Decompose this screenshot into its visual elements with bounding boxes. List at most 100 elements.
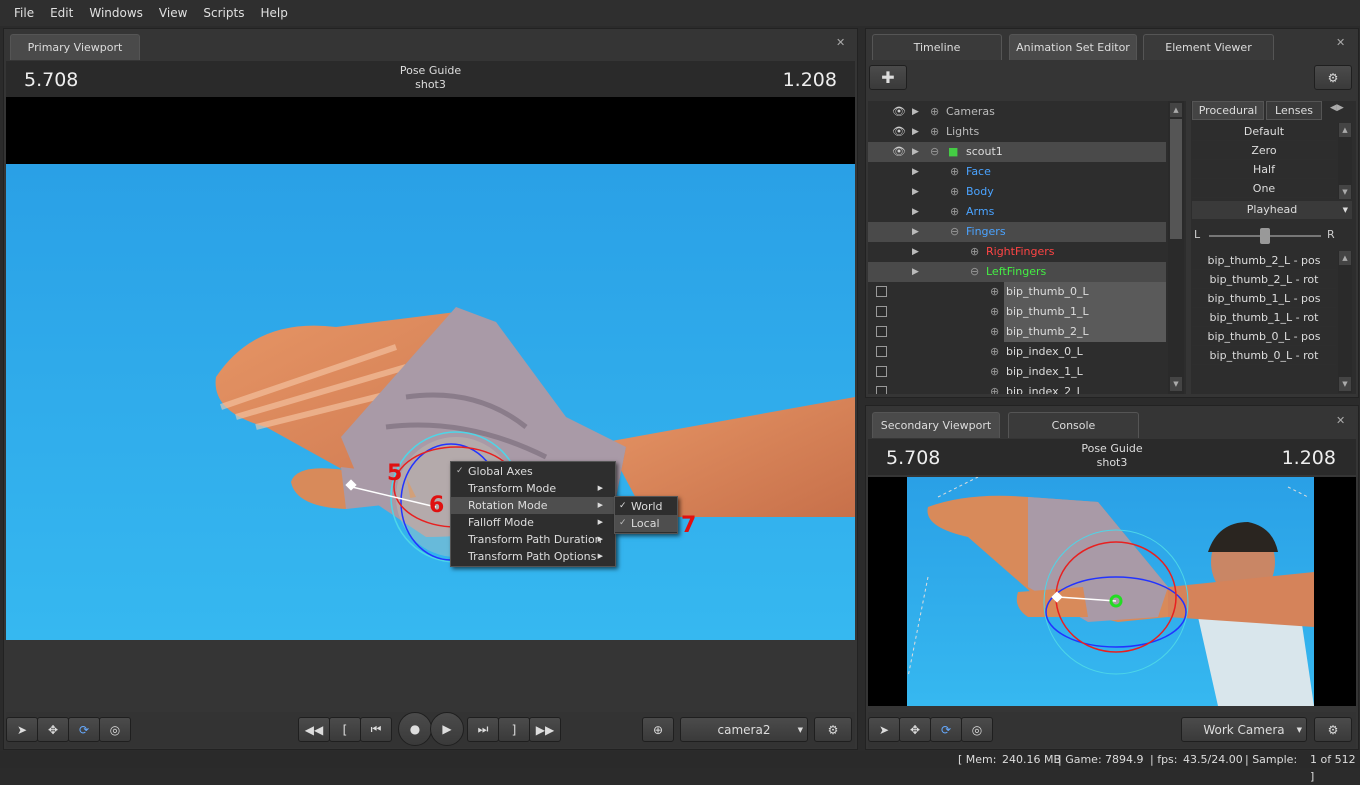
submenu-world[interactable]: ✓ World: [615, 498, 677, 515]
preset-scrollbar[interactable]: ▲ ▼: [1338, 123, 1352, 199]
tab-primary-viewport[interactable]: Primary Viewport: [10, 34, 140, 60]
tab-console[interactable]: Console: [1008, 412, 1139, 438]
preset-zero[interactable]: Zero: [1192, 141, 1336, 160]
work-camera-dropdown[interactable]: Work Camera ▼: [1181, 717, 1307, 742]
play-icon[interactable]: ▶: [912, 142, 919, 162]
add-button[interactable]: ✚: [869, 65, 907, 90]
play-icon[interactable]: ▶: [912, 122, 919, 142]
menu-edit[interactable]: Edit: [42, 6, 81, 20]
tab-animation-set-editor[interactable]: Animation Set Editor: [1009, 34, 1137, 60]
menu-windows[interactable]: Windows: [81, 6, 151, 20]
eye-icon[interactable]: 👁: [892, 122, 906, 142]
menu-item-transform-mode[interactable]: Transform Mode ▶: [451, 480, 615, 497]
preset-default[interactable]: Default: [1192, 122, 1336, 141]
menu-file[interactable]: File: [6, 6, 42, 20]
gear-icon[interactable]: ⚙: [1314, 65, 1352, 90]
expand-icon[interactable]: ⊕: [990, 382, 999, 394]
rotate-tool-icon[interactable]: ⟳: [930, 717, 962, 742]
close-icon[interactable]: ✕: [836, 36, 845, 49]
tab-lenses[interactable]: Lenses: [1266, 101, 1322, 120]
scroll-down-icon[interactable]: ▼: [1170, 377, 1182, 391]
scale-tool-icon[interactable]: ◎: [961, 717, 993, 742]
balance-slider-thumb[interactable]: [1260, 228, 1270, 244]
select-tool-icon[interactable]: ➤: [6, 717, 38, 742]
tree-row-bip-index-0[interactable]: ⊕ bip_index_0_L: [868, 342, 1168, 362]
tree-row-cameras[interactable]: 👁 ▶ ⊕ Cameras: [868, 102, 1168, 122]
menu-item-transform-path-options[interactable]: Transform Path Options ▶: [451, 548, 615, 565]
record-icon[interactable]: ●: [398, 712, 432, 746]
camera-dropdown[interactable]: camera2 ▼: [680, 717, 808, 742]
checkbox[interactable]: [876, 346, 887, 357]
control-scrollbar[interactable]: ▲ ▼: [1338, 251, 1352, 393]
play-icon[interactable]: ▶: [912, 182, 919, 202]
eye-icon[interactable]: 👁: [892, 142, 906, 162]
collapse-icon[interactable]: ⊖: [930, 142, 939, 162]
eye-icon[interactable]: 👁: [892, 102, 906, 122]
play-icon[interactable]: ▶: [912, 262, 919, 282]
menu-item-falloff-mode[interactable]: Falloff Mode ▶: [451, 514, 615, 531]
tree-row-bip-thumb-2[interactable]: ⊕ bip_thumb_2_L: [868, 322, 1168, 342]
expand-icon[interactable]: ⊕: [950, 162, 959, 182]
tab-scroll-icon[interactable]: ◀▶: [1330, 103, 1344, 113]
tree-row-bip-thumb-0[interactable]: ⊕ bip_thumb_0_L: [868, 282, 1168, 302]
tree-row-scout1[interactable]: 👁 ▶ ⊖ ■ scout1: [868, 142, 1166, 162]
fast-forward-icon[interactable]: ▶▶: [529, 717, 561, 742]
tree-row-fingers[interactable]: ▶ ⊖ Fingers: [868, 222, 1166, 242]
rewind-icon[interactable]: ◀◀: [298, 717, 330, 742]
tree-scrollbar[interactable]: ▲ ▼: [1168, 101, 1184, 394]
tree-row-body[interactable]: ▶ ⊕ Body: [868, 182, 1168, 202]
move-tool-icon[interactable]: ✥: [37, 717, 69, 742]
scroll-thumb[interactable]: [1170, 119, 1182, 239]
menu-scripts[interactable]: Scripts: [195, 6, 252, 20]
select-tool-icon[interactable]: ➤: [868, 717, 900, 742]
expand-icon[interactable]: ⊕: [990, 282, 999, 302]
play-icon[interactable]: ▶: [912, 202, 919, 222]
close-icon[interactable]: ✕: [1336, 36, 1345, 49]
gear-icon[interactable]: ⚙: [814, 717, 852, 742]
close-icon[interactable]: ✕: [1336, 414, 1345, 427]
expand-icon[interactable]: ⊕: [990, 362, 999, 382]
control-item[interactable]: bip_thumb_2_L - pos: [1192, 251, 1336, 270]
expand-icon[interactable]: ⊕: [950, 182, 959, 202]
control-item[interactable]: bip_thumb_1_L - pos: [1192, 289, 1336, 308]
mark-in-icon[interactable]: [: [329, 717, 361, 742]
gear-icon[interactable]: ⚙: [1314, 717, 1352, 742]
menu-item-global-axes[interactable]: ✓ Global Axes: [451, 463, 615, 480]
menu-item-transform-path-duration[interactable]: Transform Path Duration ▶: [451, 531, 615, 548]
move-tool-icon[interactable]: ✥: [899, 717, 931, 742]
collapse-icon[interactable]: ⊖: [970, 262, 979, 282]
tab-timeline[interactable]: Timeline: [872, 34, 1002, 60]
play-icon[interactable]: ▶: [912, 222, 919, 242]
checkbox[interactable]: [876, 386, 887, 394]
expand-icon[interactable]: ⊕: [970, 242, 979, 262]
tab-element-viewer[interactable]: Element Viewer: [1143, 34, 1274, 60]
tree-row-arms[interactable]: ▶ ⊕ Arms: [868, 202, 1168, 222]
tab-procedural[interactable]: Procedural: [1192, 101, 1264, 120]
play-icon[interactable]: ▶: [912, 242, 919, 262]
play-icon[interactable]: ▶: [912, 102, 919, 122]
expand-icon[interactable]: ⊕: [950, 202, 959, 222]
tree-row-leftfingers[interactable]: ▶ ⊖ LeftFingers: [868, 262, 1166, 282]
expand-icon[interactable]: ⊕: [990, 342, 999, 362]
play-icon[interactable]: ▶: [430, 712, 464, 746]
collapse-icon[interactable]: ⊖: [950, 222, 959, 242]
tree-row-face[interactable]: ▶ ⊕ Face: [868, 162, 1168, 182]
tree-row-bip-index-1[interactable]: ⊕ bip_index_1_L: [868, 362, 1168, 382]
preset-half[interactable]: Half: [1192, 160, 1336, 179]
checkbox[interactable]: [876, 286, 887, 297]
scroll-up-icon[interactable]: ▲: [1170, 103, 1182, 117]
camera-target-icon[interactable]: ⊕: [642, 717, 674, 742]
expand-icon[interactable]: ⊕: [990, 302, 999, 322]
control-item[interactable]: bip_thumb_2_L - rot: [1192, 270, 1336, 289]
primary-viewport[interactable]: 5 6 7 ✓ Global Axes Transform Mode ▶ Rotat…: [6, 97, 855, 640]
menu-help[interactable]: Help: [252, 6, 295, 20]
control-item[interactable]: bip_thumb_0_L - rot: [1192, 346, 1336, 365]
control-item[interactable]: bip_thumb_1_L - rot: [1192, 308, 1336, 327]
mark-out-icon[interactable]: ]: [498, 717, 530, 742]
tab-secondary-viewport[interactable]: Secondary Viewport: [872, 412, 1000, 438]
menu-item-rotation-mode[interactable]: Rotation Mode ▶: [451, 497, 615, 514]
rotate-tool-icon[interactable]: ⟳: [68, 717, 100, 742]
next-frame-icon[interactable]: ⏭: [467, 717, 499, 742]
playhead-dropdown[interactable]: Playhead ▼: [1192, 201, 1352, 219]
checkbox[interactable]: [876, 326, 887, 337]
